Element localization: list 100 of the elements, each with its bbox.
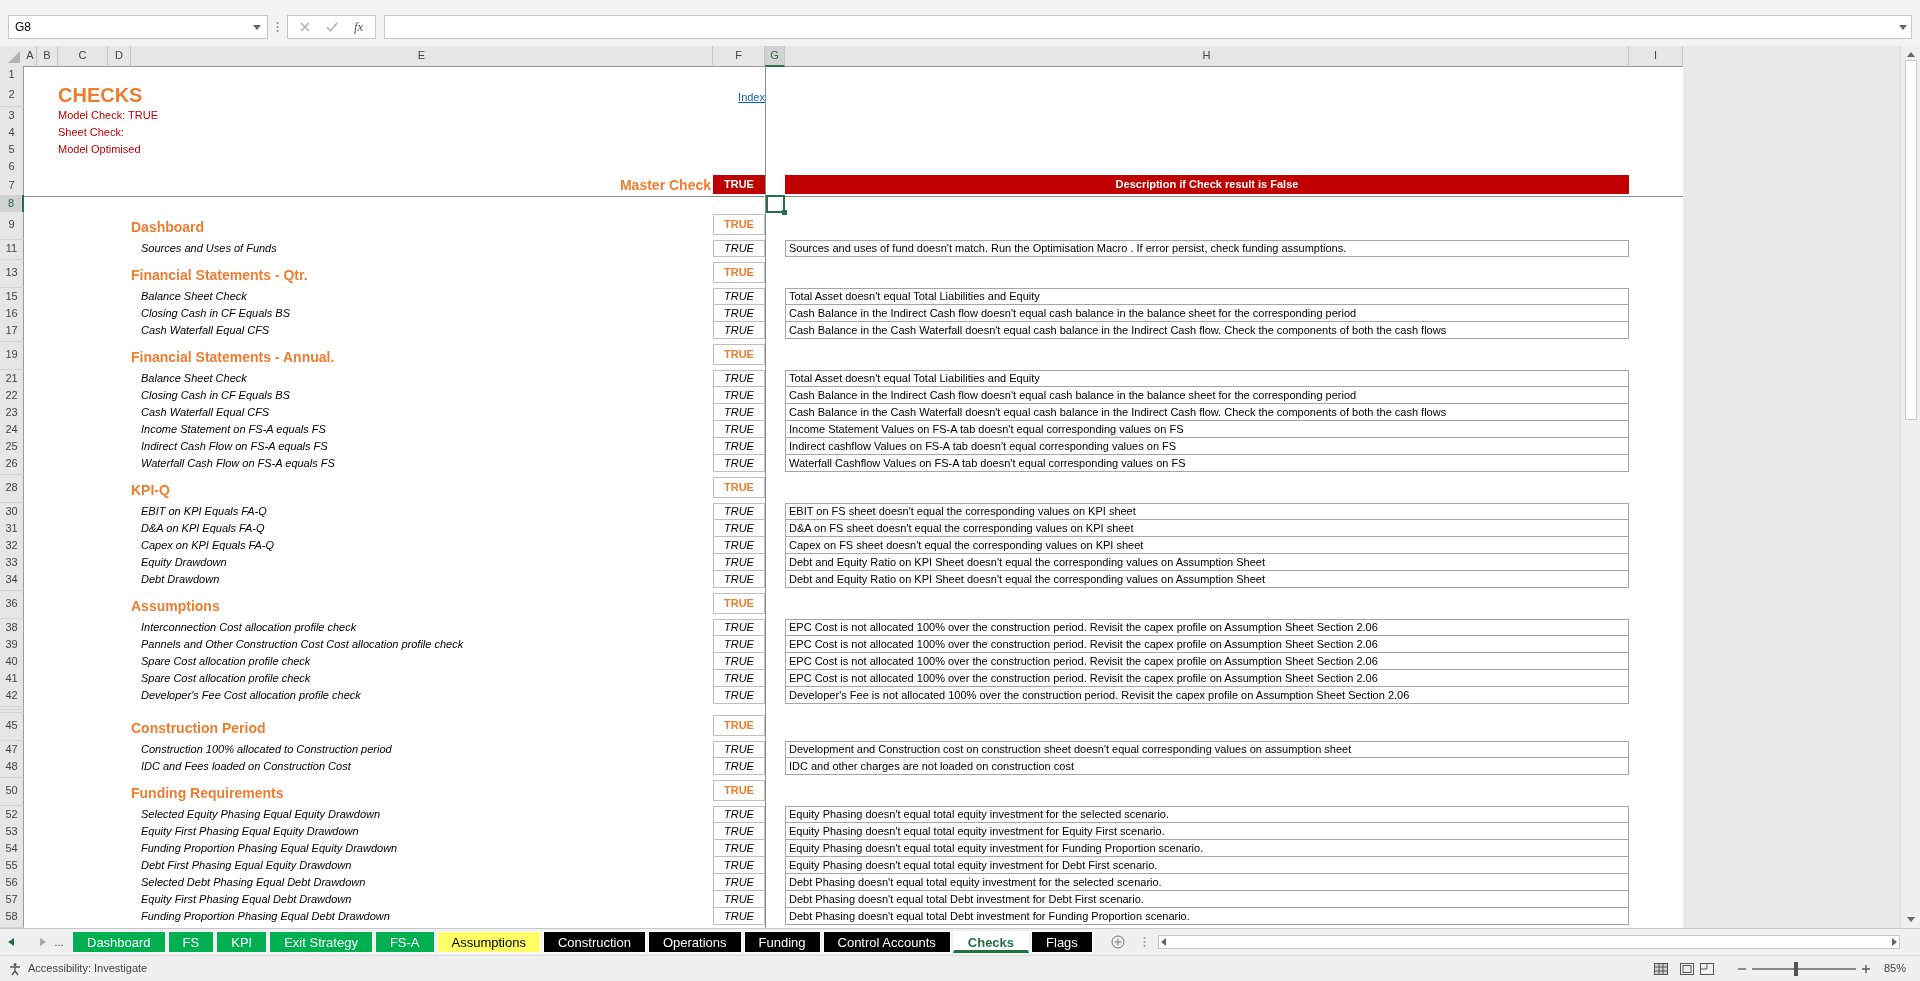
row-number[interactable]: 42	[0, 687, 24, 705]
check-result: TRUE	[713, 823, 765, 840]
row-number[interactable]: 34	[0, 571, 24, 589]
insert-function-button[interactable]: fx	[354, 17, 364, 37]
row-number[interactable]: 7	[0, 175, 24, 197]
row-number[interactable]: 30	[0, 503, 24, 521]
scroll-right-icon[interactable]	[1889, 936, 1899, 948]
column-header[interactable]: D	[108, 46, 131, 67]
row-number[interactable]: 39	[0, 636, 24, 654]
accessibility-icon[interactable]	[8, 961, 22, 976]
add-sheet-icon[interactable]	[1110, 935, 1125, 949]
vertical-scrollbar[interactable]	[1900, 46, 1920, 928]
enter-check-icon[interactable]	[326, 22, 338, 32]
check-description: Income Statement Values on FS-A tab doesn't equal corresponding values on FS	[785, 421, 1629, 438]
row-number[interactable]: 45	[0, 713, 24, 739]
sheet-tab[interactable]: Control Accounts	[822, 931, 951, 953]
row-number[interactable]: 25	[0, 438, 24, 456]
row-number[interactable]: 53	[0, 823, 24, 841]
row-number[interactable]: 52	[0, 806, 24, 824]
horizontal-scrollbar[interactable]	[1157, 935, 1900, 949]
zoom-level[interactable]: 85%	[1883, 960, 1906, 977]
row-number[interactable]: 13	[0, 260, 24, 286]
section-title: Financial Statements - Qtr.	[131, 266, 309, 285]
index-link[interactable]: Index	[738, 91, 765, 103]
sheet-tab[interactable]: Operations	[647, 931, 742, 953]
row-number[interactable]: 48	[0, 758, 24, 776]
check-label: Balance Sheet Check	[140, 289, 248, 304]
row-number[interactable]: 38	[0, 619, 24, 637]
column-header[interactable]: G	[765, 46, 785, 67]
row-number[interactable]: 9	[0, 212, 24, 238]
check-label: Capex on KPI Equals FA-Q	[140, 538, 276, 553]
check-description: Debt Phasing doesn't equal total Debt investment for Debt First scenario.	[785, 891, 1629, 908]
row-number[interactable]: 2	[0, 83, 24, 107]
row-number[interactable]: 47	[0, 741, 24, 759]
expand-caret-icon[interactable]	[1899, 24, 1907, 30]
row-number[interactable]: 50	[0, 778, 24, 804]
row-number[interactable]: 1	[0, 66, 24, 84]
row-number[interactable]: 17	[0, 322, 24, 340]
more-sheets-button[interactable]: ...	[48, 933, 70, 951]
column-header[interactable]: A	[24, 46, 37, 67]
sheet-tab[interactable]: Flags	[1031, 931, 1093, 953]
sheet-title: CHECKS	[58, 83, 143, 107]
check-description: Equity Phasing doesn't equal total equity investment for Debt First scenario.	[785, 857, 1629, 874]
row-number[interactable]: 33	[0, 554, 24, 572]
column-header[interactable]: E	[131, 46, 713, 67]
accessibility-status[interactable]: Accessibility: Investigate	[28, 960, 148, 977]
row-number[interactable]: 32	[0, 537, 24, 555]
row-number[interactable]: 11	[0, 240, 24, 258]
row-number[interactable]: 56	[0, 874, 24, 892]
zoom-slider-thumb[interactable]	[1793, 961, 1798, 976]
row-number[interactable]: 31	[0, 520, 24, 538]
row-number[interactable]: 15	[0, 288, 24, 306]
row-number[interactable]: 54	[0, 840, 24, 858]
section-result: TRUE	[713, 344, 765, 365]
column-header[interactable]: B	[37, 46, 58, 67]
section-result: TRUE	[713, 262, 765, 283]
name-box[interactable]: G8	[8, 15, 268, 39]
row-number[interactable]: 8	[0, 195, 24, 213]
page-break-view-icon[interactable]	[1699, 962, 1714, 975]
scroll-left-icon[interactable]	[8, 938, 14, 946]
check-description: Developer's Fee is not allocated 100% over the construction period. Revisit the capex profile on Assumption Sheet Section 2.06	[785, 687, 1629, 704]
row-number[interactable]: 28	[0, 475, 24, 501]
sheet-tab[interactable]: Funding	[743, 931, 821, 953]
check-result: TRUE	[713, 370, 765, 387]
sheet-tab[interactable]: Checks	[952, 931, 1030, 953]
page-layout-view-icon[interactable]	[1679, 962, 1694, 975]
column-header[interactable]: H	[785, 46, 1629, 67]
row-number[interactable]: 19	[0, 342, 24, 368]
scroll-down-icon[interactable]	[1905, 916, 1916, 924]
formula-input[interactable]	[384, 15, 1912, 39]
normal-view-icon[interactable]	[1653, 962, 1668, 975]
row-number[interactable]: 24	[0, 421, 24, 439]
row-number[interactable]: 6	[0, 158, 24, 176]
more-options-icon[interactable]	[276, 21, 279, 33]
column-header[interactable]: C	[58, 46, 108, 67]
zoom-in-icon[interactable]	[1861, 964, 1870, 973]
row-number[interactable]: 57	[0, 891, 24, 909]
row-number[interactable]: 4	[0, 124, 24, 142]
check-description: Equity Phasing doesn't equal total equity investment for Funding Proportion scenario.	[785, 840, 1629, 857]
row-number[interactable]: 5	[0, 141, 24, 159]
check-description: Cash Balance in the Indirect Cash flow doesn't equal cash balance in the balance sheet for the corresponding period	[785, 305, 1629, 322]
row-number[interactable]: 3	[0, 107, 24, 125]
section-title: KPI-Q	[131, 481, 171, 500]
row-number[interactable]: 40	[0, 653, 24, 671]
sheet-tab[interactable]: Construction	[542, 931, 646, 953]
row-number[interactable]: 21	[0, 370, 24, 388]
dropdown-caret-icon[interactable]	[253, 24, 261, 30]
row-number[interactable]: 16	[0, 305, 24, 323]
sheet-tab[interactable]: Assumptions	[436, 931, 541, 953]
row-number[interactable]: 41	[0, 670, 24, 688]
row-number[interactable]: 26	[0, 455, 24, 473]
row-number[interactable]: 22	[0, 387, 24, 405]
row-number[interactable]: 36	[0, 591, 24, 617]
check-description: Cash Balance in the Cash Waterfall doesn't equal cash balance in the Indirect Cash flow. Check the components of both the cash flows	[785, 404, 1629, 421]
selected-cell[interactable]	[766, 195, 785, 213]
scroll-up-icon[interactable]	[1905, 50, 1916, 58]
row-number[interactable]: 23	[0, 404, 24, 422]
row-number[interactable]: 58	[0, 908, 24, 926]
row-number[interactable]: 55	[0, 857, 24, 875]
scrollbar-thumb[interactable]	[1904, 60, 1917, 420]
